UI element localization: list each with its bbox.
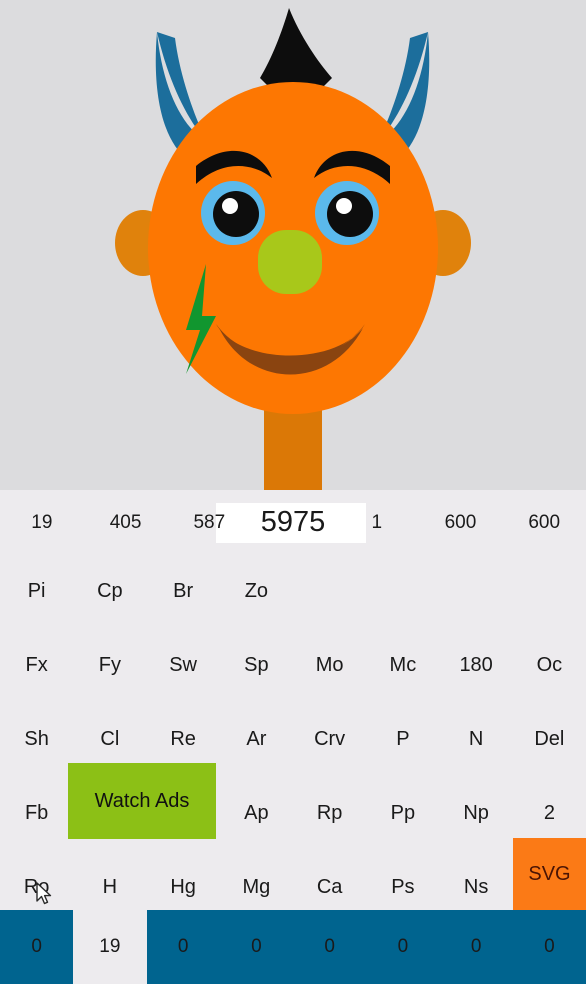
- key-fy[interactable]: Fy: [73, 628, 146, 702]
- eye-left-glint: [222, 198, 238, 214]
- display-cell-1[interactable]: 405: [84, 490, 168, 554]
- display-cell-4[interactable]: 1: [335, 490, 419, 554]
- display-main-value[interactable]: 5975: [251, 490, 335, 554]
- devil-face-mascot: [115, 8, 471, 490]
- display-cell-6-label: 600: [528, 511, 561, 533]
- display-cell-4-label: 1: [371, 511, 383, 533]
- display-cell-5[interactable]: 600: [419, 490, 503, 554]
- key-n[interactable]: N: [440, 702, 513, 776]
- status-bar: 0 19 0 0 0 0 0 0: [0, 910, 586, 984]
- key-fx[interactable]: Fx: [0, 628, 73, 702]
- display-cell-0-label: 19: [31, 511, 53, 533]
- display-cell-1-label: 405: [109, 511, 142, 533]
- key-sw[interactable]: Sw: [147, 628, 220, 702]
- display-cell-2[interactable]: 587: [167, 490, 251, 554]
- key-crv[interactable]: Crv: [293, 702, 366, 776]
- watch-ads-button[interactable]: Watch Ads: [68, 763, 216, 839]
- key-zo[interactable]: Zo: [220, 554, 293, 628]
- status-cell-6[interactable]: 0: [439, 910, 513, 984]
- app-root: 19 405 587 5975 1 600 600 Pi Cp Br Zo Fx…: [0, 0, 586, 984]
- keypad-panel: 19 405 587 5975 1 600 600 Pi Cp Br Zo Fx…: [0, 490, 586, 910]
- key-mc[interactable]: Mc: [366, 628, 439, 702]
- key-del[interactable]: Del: [513, 702, 586, 776]
- key-blank-r1-c6[interactable]: [366, 554, 439, 628]
- svg-button[interactable]: SVG: [513, 838, 586, 910]
- key-blank-r1-c7[interactable]: [440, 554, 513, 628]
- key-blank-r1-c8[interactable]: [513, 554, 586, 628]
- status-cell-2[interactable]: 0: [146, 910, 220, 984]
- key-ar[interactable]: Ar: [220, 702, 293, 776]
- keypad-row-pi: Pi Cp Br Zo: [0, 554, 586, 628]
- display-cell-5-label: 600: [444, 511, 477, 533]
- key-ap[interactable]: Ap: [220, 776, 293, 850]
- display-main-value-label: 5975: [260, 505, 326, 538]
- key-br[interactable]: Br: [147, 554, 220, 628]
- key-sp[interactable]: Sp: [220, 628, 293, 702]
- key-oc[interactable]: Oc: [513, 628, 586, 702]
- key-fb[interactable]: Fb: [0, 776, 73, 850]
- mascot-area: [0, 0, 586, 490]
- display-cell-2-label: 587: [193, 511, 226, 533]
- key-rp[interactable]: Rp: [293, 776, 366, 850]
- display-cell-0[interactable]: 19: [0, 490, 84, 554]
- status-cell-4[interactable]: 0: [293, 910, 367, 984]
- nose: [258, 230, 322, 294]
- display-cell-6[interactable]: 600: [502, 490, 586, 554]
- key-np[interactable]: Np: [440, 776, 513, 850]
- key-180[interactable]: 180: [440, 628, 513, 702]
- eye-right-pupil: [327, 191, 373, 237]
- eye-right-glint: [336, 198, 352, 214]
- status-cell-5[interactable]: 0: [366, 910, 440, 984]
- key-p[interactable]: P: [366, 702, 439, 776]
- status-cell-3[interactable]: 0: [219, 910, 293, 984]
- status-cell-0[interactable]: 0: [0, 910, 74, 984]
- keypad-row-fx: Fx Fy Sw Sp Mo Mc 180 Oc: [0, 628, 586, 702]
- status-cell-1[interactable]: 19: [73, 910, 147, 984]
- key-blank-r1-c5[interactable]: [293, 554, 366, 628]
- key-cp[interactable]: Cp: [73, 554, 146, 628]
- key-sh[interactable]: Sh: [0, 702, 73, 776]
- eye-left-pupil: [213, 191, 259, 237]
- display-row: 19 405 587 5975 1 600 600: [0, 490, 586, 554]
- key-pi[interactable]: Pi: [0, 554, 73, 628]
- key-mo[interactable]: Mo: [293, 628, 366, 702]
- key-pp[interactable]: Pp: [366, 776, 439, 850]
- status-cell-7[interactable]: 0: [512, 910, 586, 984]
